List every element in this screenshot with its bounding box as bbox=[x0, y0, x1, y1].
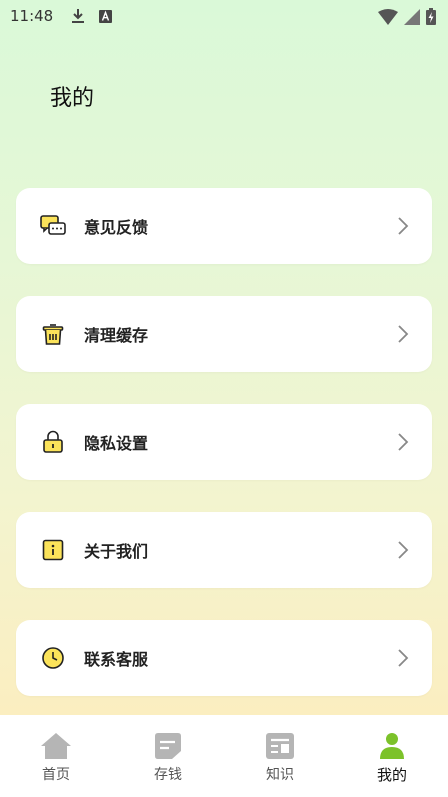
info-icon bbox=[40, 537, 66, 563]
tab-mine[interactable]: 我的 bbox=[336, 715, 448, 797]
chevron-right-icon bbox=[398, 433, 409, 451]
menu-item-label: 联系客服 bbox=[84, 650, 149, 669]
tab-knowledge[interactable]: 知识 bbox=[224, 715, 336, 797]
tab-home[interactable]: 首页 bbox=[0, 715, 112, 797]
tab-save-money[interactable]: 存钱 bbox=[112, 715, 224, 797]
note-icon bbox=[152, 731, 184, 761]
chevron-right-icon bbox=[398, 649, 409, 667]
menu-item-contact-service[interactable]: 联系客服 bbox=[16, 620, 432, 696]
menu-item-privacy[interactable]: 隐私设置 bbox=[16, 404, 432, 480]
page-title: 我的 bbox=[50, 86, 95, 111]
feedback-chat-icon bbox=[40, 213, 66, 239]
signal-icon bbox=[404, 8, 420, 29]
menu-item-about-us[interactable]: 关于我们 bbox=[16, 512, 432, 588]
battery-charging-icon bbox=[426, 8, 436, 29]
chevron-right-icon bbox=[398, 217, 409, 235]
bottom-tab-bar: 首页 存钱 知识 我的 bbox=[0, 715, 448, 797]
trash-icon bbox=[40, 321, 66, 347]
menu-item-label: 意见反馈 bbox=[84, 218, 149, 237]
screen-background: 11:48 我的 意见反馈 清理缓存 隐私设置 关于我们 联系客服 bbox=[0, 0, 448, 715]
menu-item-label: 隐私设置 bbox=[84, 434, 149, 453]
status-bar: 11:48 bbox=[0, 0, 448, 32]
tab-label: 首页 bbox=[42, 767, 70, 783]
status-time: 11:48 bbox=[10, 7, 54, 25]
menu-item-feedback[interactable]: 意见反馈 bbox=[16, 188, 432, 264]
font-a-icon bbox=[99, 9, 113, 23]
tab-label: 我的 bbox=[376, 766, 407, 784]
home-icon bbox=[40, 731, 72, 761]
news-icon bbox=[264, 731, 296, 761]
chevron-right-icon bbox=[398, 541, 409, 559]
status-indicators bbox=[378, 8, 436, 29]
menu-item-label: 清理缓存 bbox=[84, 326, 149, 345]
menu-item-clear-cache[interactable]: 清理缓存 bbox=[16, 296, 432, 372]
lock-icon bbox=[40, 429, 66, 455]
menu-item-label: 关于我们 bbox=[84, 542, 149, 561]
chevron-right-icon bbox=[398, 325, 409, 343]
clock-service-icon bbox=[40, 645, 66, 671]
tab-label: 存钱 bbox=[154, 767, 182, 783]
person-icon bbox=[376, 731, 408, 761]
tab-label: 知识 bbox=[266, 767, 294, 783]
wifi-icon bbox=[378, 8, 398, 29]
download-icon bbox=[71, 8, 85, 24]
